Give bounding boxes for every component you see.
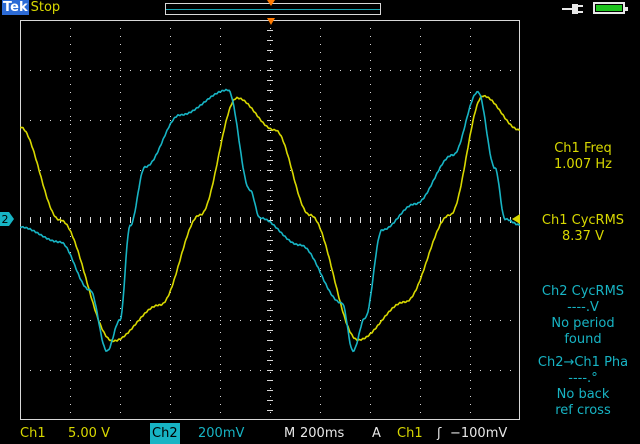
ac-power-icon: [562, 4, 583, 14]
graticule-grid: [20, 20, 520, 420]
trigger-slope-icon: ʃ: [437, 426, 442, 441]
phase-note: No back: [556, 387, 610, 402]
phase-readout: Ch2→Ch1 Pha ----.° No back ref cross: [528, 355, 638, 419]
ch1-trigger-level-marker: [512, 214, 520, 224]
ch2-rms-value: ----.V: [567, 300, 599, 315]
ch2-ground-marker: 2: [0, 212, 14, 226]
status-bar: Tek Stop: [0, 0, 640, 18]
ch1-rms-label: Ch1 CycRMS: [541, 213, 625, 228]
ch2-rms-note-2: found: [564, 332, 602, 347]
phase-label: Ch2→Ch1 Pha: [537, 355, 629, 370]
timebase-value[interactable]: 200ms: [300, 423, 344, 444]
brand-logo: Tek: [2, 0, 29, 15]
ch2-rms-readout: Ch2 CycRMS ----.V No period found: [528, 284, 638, 348]
ch1-label[interactable]: Ch1: [20, 423, 46, 444]
trigger-level[interactable]: −100mV: [450, 423, 507, 444]
trigger-source[interactable]: Ch1: [397, 423, 423, 444]
trigger-position-icon: [267, 0, 275, 6]
ch2-rms-note: No period: [551, 316, 615, 331]
trigger-mode: A: [372, 426, 381, 441]
ch2-rms-label: Ch2 CycRMS: [541, 284, 625, 299]
trigger-point-marker: [267, 18, 275, 25]
ch1-freq-value: 1.007 Hz: [554, 157, 612, 172]
battery-icon: [593, 2, 628, 14]
acquisition-status: Tek Stop: [2, 0, 60, 16]
timebase-label: M: [284, 426, 296, 441]
run-stop-state: Stop: [30, 0, 61, 15]
phase-note-2: ref cross: [555, 403, 611, 418]
ch2-label[interactable]: Ch2: [150, 423, 180, 444]
ch2-scale[interactable]: 200mV: [198, 423, 244, 444]
ch1-rms-value: 8.37 V: [562, 229, 604, 244]
waveform-graticule: [20, 20, 520, 420]
phase-value: ----.°: [568, 371, 598, 386]
ch1-rms-readout: Ch1 CycRMS 8.37 V: [528, 213, 638, 245]
ch1-freq-label: Ch1 Freq: [554, 141, 612, 156]
settings-bar: Ch1 5.00 V Ch2 200mV M 200ms A Ch1 ʃ −10…: [0, 423, 640, 444]
svg-text:2: 2: [2, 213, 9, 226]
ch1-freq-readout: Ch1 Freq 1.007 Hz: [528, 141, 638, 173]
ch1-scale[interactable]: 5.00 V: [68, 423, 110, 444]
